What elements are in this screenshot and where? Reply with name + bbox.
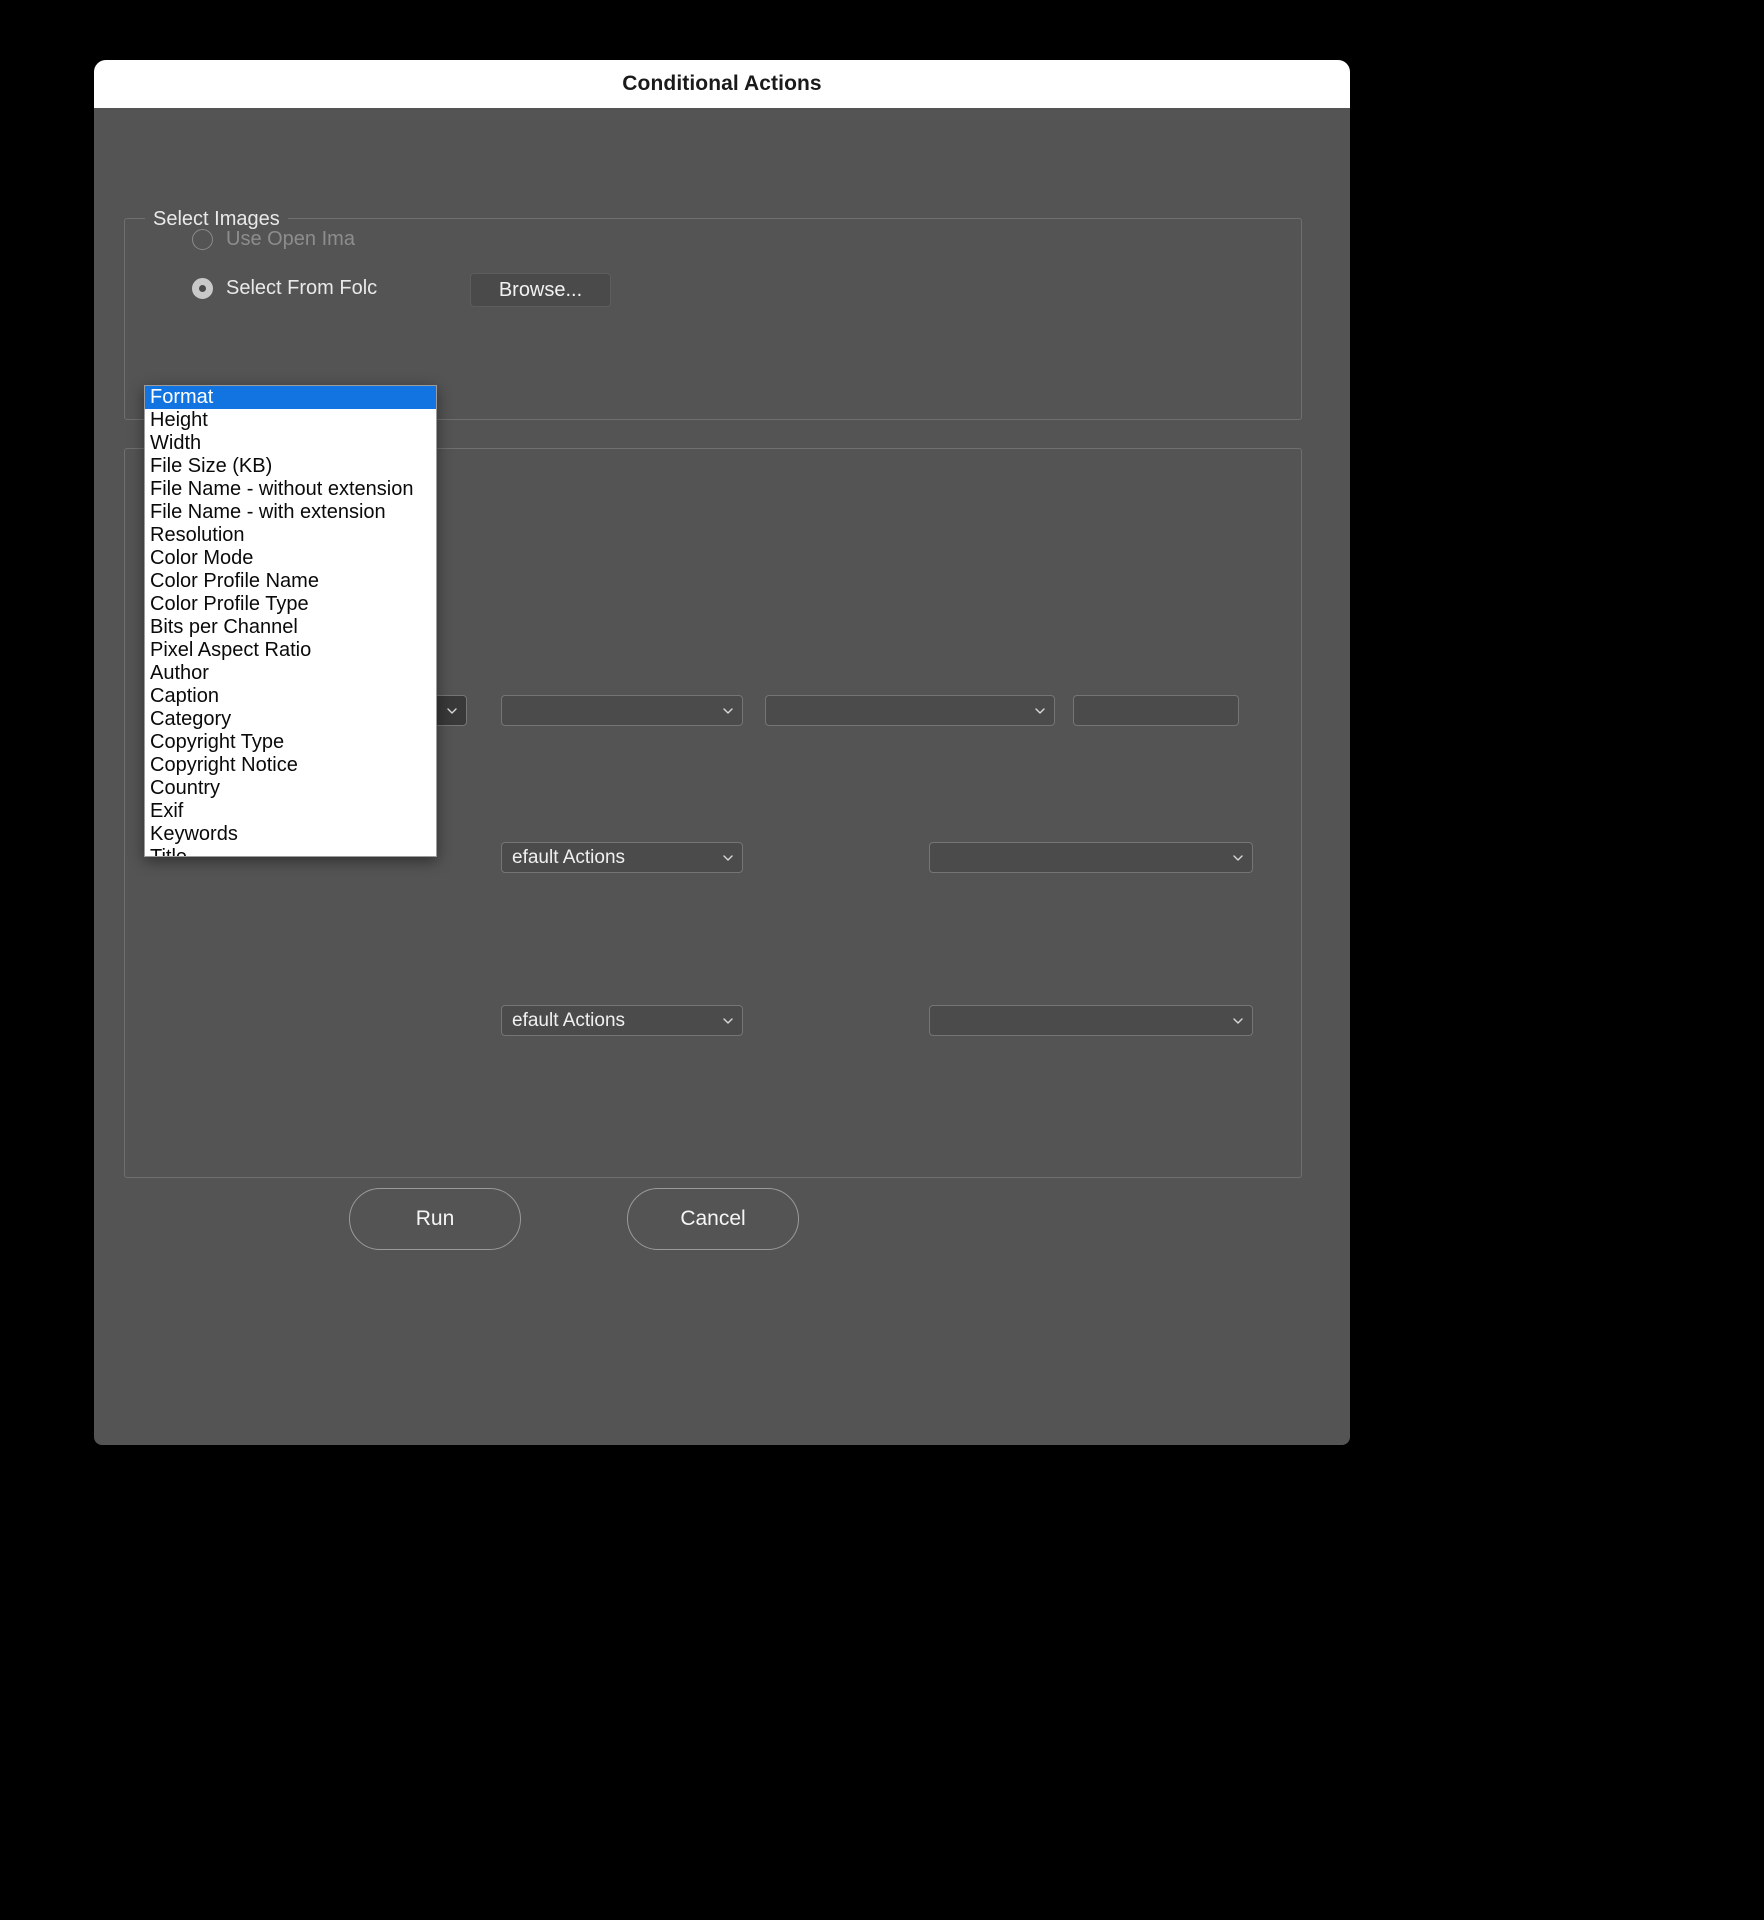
then-actions-set-value: efault Actions: [512, 847, 625, 869]
dropdown-option[interactable]: Pixel Aspect Ratio: [145, 639, 436, 662]
radio-label-select-from-folder: Select From Folc: [226, 277, 394, 300]
radio-button-icon-select-from-folder[interactable]: [192, 278, 213, 299]
dropdown-option[interactable]: Format: [145, 386, 436, 409]
condition-value-input[interactable]: [1073, 695, 1239, 726]
else-action-select[interactable]: [929, 1005, 1253, 1036]
dropdown-option[interactable]: Country: [145, 777, 436, 800]
chevron-down-icon: [1035, 708, 1045, 714]
dropdown-option[interactable]: Color Profile Type: [145, 593, 436, 616]
chevron-down-icon: [723, 1018, 733, 1024]
dropdown-option[interactable]: Resolution: [145, 524, 436, 547]
else-actions-set-value: efault Actions: [512, 1010, 625, 1032]
chevron-down-icon: [447, 708, 457, 714]
dropdown-option[interactable]: File Size (KB): [145, 455, 436, 478]
then-action-select[interactable]: [929, 842, 1253, 873]
run-button[interactable]: Run: [349, 1188, 521, 1250]
dropdown-option[interactable]: Width: [145, 432, 436, 455]
else-actions-set-select[interactable]: efault Actions: [501, 1005, 743, 1036]
radio-button-icon-use-open-images[interactable]: [192, 229, 213, 250]
criterion-dropdown-list[interactable]: FormatHeightWidthFile Size (KB)File Name…: [144, 385, 437, 857]
chevron-down-icon: [723, 855, 733, 861]
dropdown-option[interactable]: File Name - with extension: [145, 501, 436, 524]
dropdown-option[interactable]: Keywords: [145, 823, 436, 846]
then-actions-set-select[interactable]: efault Actions: [501, 842, 743, 873]
radio-select-from-folder[interactable]: Select From Folc: [192, 277, 394, 300]
dropdown-option[interactable]: Title: [145, 846, 436, 857]
dropdown-option[interactable]: Category: [145, 708, 436, 731]
chevron-down-icon: [723, 708, 733, 714]
dropdown-option[interactable]: Caption: [145, 685, 436, 708]
chevron-down-icon: [1233, 1018, 1243, 1024]
radio-label-use-open-images: Use Open Ima: [226, 228, 394, 251]
window-title: Conditional Actions: [622, 72, 821, 96]
dropdown-option[interactable]: File Name - without extension: [145, 478, 436, 501]
cancel-button[interactable]: Cancel: [627, 1188, 799, 1250]
dropdown-option[interactable]: Author: [145, 662, 436, 685]
dropdown-option[interactable]: Copyright Notice: [145, 754, 436, 777]
dropdown-option[interactable]: Exif: [145, 800, 436, 823]
radio-use-open-images[interactable]: Use Open Ima: [192, 228, 394, 251]
window-content: Select Images Use Open Ima Select From F…: [94, 108, 1350, 1445]
screen-root: Conditional Actions Select Images Use Op…: [0, 0, 1764, 1920]
browse-button[interactable]: Browse...: [470, 273, 611, 307]
operator-select[interactable]: [501, 695, 743, 726]
dropdown-option[interactable]: Height: [145, 409, 436, 432]
dropdown-option[interactable]: Color Mode: [145, 547, 436, 570]
dropdown-option[interactable]: Bits per Channel: [145, 616, 436, 639]
dropdown-option[interactable]: Copyright Type: [145, 731, 436, 754]
dropdown-option[interactable]: Color Profile Name: [145, 570, 436, 593]
condition-value-select[interactable]: [765, 695, 1055, 726]
conditional-actions-window: Conditional Actions Select Images Use Op…: [94, 60, 1350, 1445]
chevron-down-icon: [1233, 855, 1243, 861]
window-titlebar: Conditional Actions: [94, 60, 1350, 108]
